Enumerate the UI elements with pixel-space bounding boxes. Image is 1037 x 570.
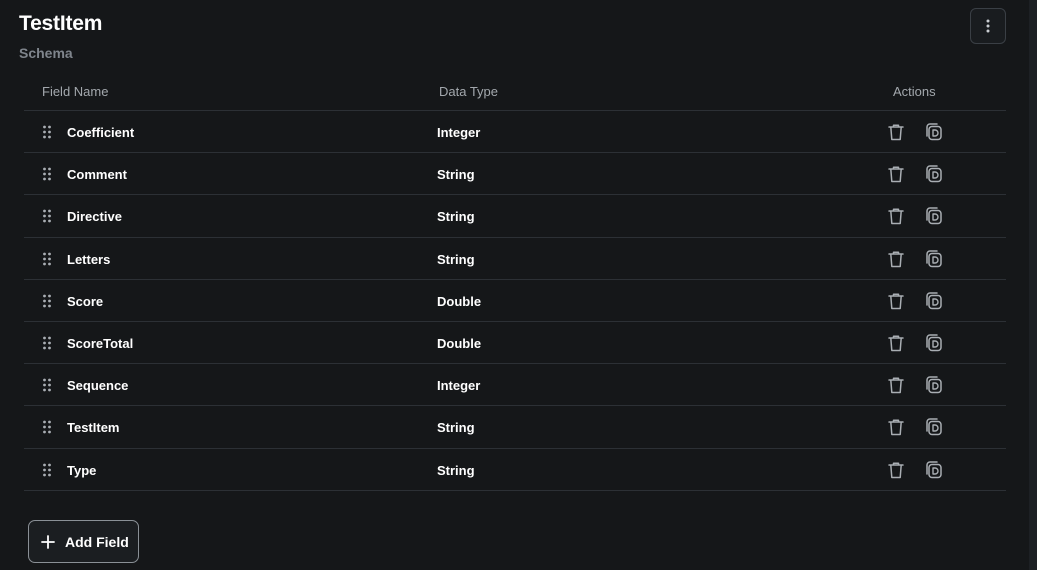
table-header: Field Name Data Type Actions [24, 70, 1006, 111]
field-name: Sequence [67, 378, 129, 394]
trash-icon[interactable] [886, 122, 906, 142]
trash-icon[interactable] [886, 417, 906, 437]
field-name: Letters [67, 251, 111, 267]
field-name: TestItem [67, 420, 120, 436]
field-data-type: Double [437, 293, 482, 309]
duplicate-icon[interactable] [924, 417, 944, 437]
drag-handle-icon[interactable] [42, 252, 52, 266]
table-body: Coefficient Integer Comment String Direc… [24, 111, 1006, 491]
drag-handle-icon[interactable] [42, 420, 52, 434]
field-data-type: Integer [437, 125, 481, 140]
page-subtitle: Schema [19, 45, 73, 61]
field-name: ScoreTotal [67, 335, 134, 351]
duplicate-icon[interactable] [924, 122, 944, 142]
field-name: Type [67, 462, 97, 478]
table-row: Directive String [24, 195, 1006, 238]
drag-handle-icon[interactable] [42, 125, 52, 139]
trash-icon[interactable] [886, 375, 906, 395]
table-row: Letters String [24, 238, 1006, 280]
field-data-type: String [437, 462, 475, 478]
field-name: Comment [67, 167, 127, 183]
add-field-button[interactable]: Add Field [28, 520, 139, 563]
table-row: Score Double [24, 280, 1006, 322]
trash-icon[interactable] [886, 333, 906, 353]
drag-handle-icon[interactable] [42, 378, 52, 392]
duplicate-icon[interactable] [924, 375, 944, 395]
plus-icon [41, 534, 55, 549]
schema-page: TestItem Schema Field Name Data Type Act… [0, 0, 1037, 570]
column-header-actions: Actions [893, 84, 936, 99]
trash-icon[interactable] [886, 164, 906, 184]
drag-handle-icon[interactable] [42, 463, 52, 477]
more-vertical-icon [986, 19, 990, 33]
fields-table: Field Name Data Type Actions Coefficient… [24, 70, 1006, 491]
table-row: ScoreTotal Double [24, 322, 1006, 365]
field-name: Score [67, 293, 104, 309]
field-data-type: String [437, 167, 475, 183]
drag-handle-icon[interactable] [42, 167, 52, 181]
column-header-field-name: Field Name [42, 84, 109, 99]
field-data-type: String [437, 251, 475, 267]
duplicate-icon[interactable] [924, 206, 944, 226]
more-options-button[interactable] [970, 8, 1006, 44]
field-data-type: Double [437, 335, 482, 351]
table-row: Type String [24, 449, 1006, 491]
table-row: Coefficient Integer [24, 111, 1006, 154]
duplicate-icon[interactable] [924, 249, 944, 269]
table-row: Sequence Integer [24, 364, 1006, 407]
column-header-data-type: Data Type [439, 84, 499, 99]
duplicate-icon[interactable] [924, 164, 944, 184]
duplicate-icon[interactable] [924, 291, 944, 311]
drag-handle-icon[interactable] [42, 294, 52, 308]
field-data-type: String [437, 420, 475, 436]
table-row: TestItem String [24, 406, 1006, 449]
page-title: TestItem [19, 12, 103, 35]
trash-icon[interactable] [886, 249, 906, 269]
trash-icon[interactable] [886, 291, 906, 311]
duplicate-icon[interactable] [924, 460, 944, 480]
duplicate-icon[interactable] [924, 333, 944, 353]
drag-handle-icon[interactable] [42, 336, 52, 350]
trash-icon[interactable] [886, 206, 906, 226]
drag-handle-icon[interactable] [42, 209, 52, 223]
field-data-type: Integer [437, 378, 481, 394]
field-data-type: String [437, 209, 475, 225]
add-field-label: Add Field [65, 533, 129, 550]
field-name: Coefficient [67, 125, 135, 140]
scrollbar-track[interactable] [1029, 0, 1037, 570]
field-name: Directive [67, 209, 122, 225]
table-row: Comment String [24, 153, 1006, 196]
trash-icon[interactable] [886, 460, 906, 480]
